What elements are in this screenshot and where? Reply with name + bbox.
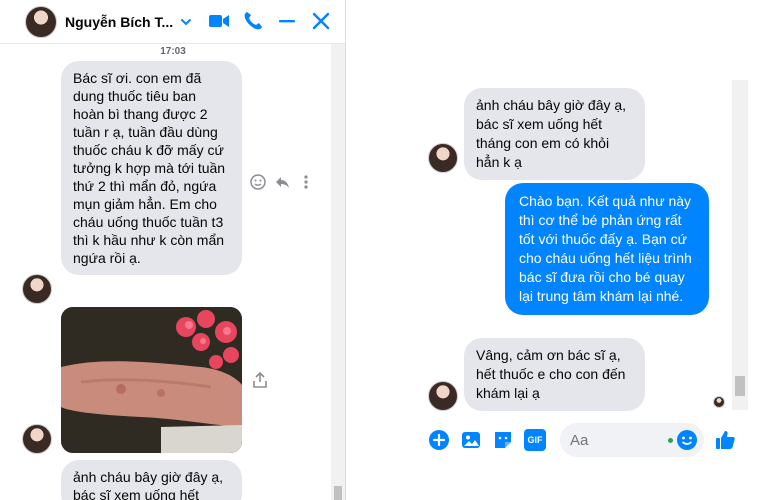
- minimize-icon[interactable]: [276, 10, 298, 32]
- photo-icon[interactable]: [460, 429, 482, 451]
- sender-avatar[interactable]: [22, 424, 52, 454]
- message-bubble-outgoing[interactable]: Chào bạn. Kết quả như này thì cơ thể bé …: [505, 183, 709, 315]
- more-icon[interactable]: [298, 174, 314, 190]
- message-bubble[interactable]: ảnh cháu bây giờ đây ạ, bác sĩ xem uống …: [464, 88, 645, 180]
- message-actions: [250, 174, 314, 190]
- share-icon[interactable]: [252, 371, 268, 389]
- chat-header: Nguyễn Bích T...: [0, 0, 345, 44]
- gif-icon[interactable]: GIF: [524, 429, 546, 451]
- contact-name[interactable]: Nguyễn Bích T...: [65, 14, 173, 30]
- message-bubble[interactable]: ảnh cháu bây giờ đây ạ, bác sĩ xem uống …: [61, 460, 242, 500]
- seen-avatar: [713, 396, 725, 408]
- message-bubble[interactable]: Vâng, cảm ơn bác sĩ ạ, hết thuốc e cho c…: [464, 338, 645, 411]
- chevron-down-icon[interactable]: [179, 15, 193, 29]
- sticker-icon[interactable]: [492, 429, 514, 451]
- plus-icon[interactable]: [428, 429, 450, 451]
- online-indicator: [668, 438, 673, 443]
- attached-photo[interactable]: [61, 307, 242, 453]
- left-chat-window: Nguyễn Bích T... 17:03 Bác sĩ ơi. con em…: [0, 0, 346, 500]
- message-timestamp: 17:03: [160, 46, 186, 57]
- composer-input-wrap: [556, 423, 704, 457]
- contact-avatar[interactable]: [25, 5, 57, 38]
- sender-avatar[interactable]: [22, 274, 52, 304]
- close-icon[interactable]: [310, 10, 332, 32]
- sender-avatar[interactable]: [428, 143, 458, 173]
- sender-avatar[interactable]: [428, 381, 458, 411]
- reply-icon[interactable]: [274, 174, 290, 190]
- emoji-icon[interactable]: [676, 429, 698, 451]
- emoji-icon[interactable]: [250, 174, 266, 190]
- message-bubble[interactable]: Bác sĩ ơi. con em đã dung thuốc tiêu ban…: [61, 61, 242, 275]
- left-scrollbar[interactable]: [331, 44, 345, 500]
- video-call-icon[interactable]: [208, 10, 230, 32]
- phone-icon[interactable]: [242, 10, 264, 32]
- right-scrollbar[interactable]: [732, 80, 748, 410]
- like-icon[interactable]: [714, 429, 736, 451]
- message-composer: GIF: [428, 422, 748, 458]
